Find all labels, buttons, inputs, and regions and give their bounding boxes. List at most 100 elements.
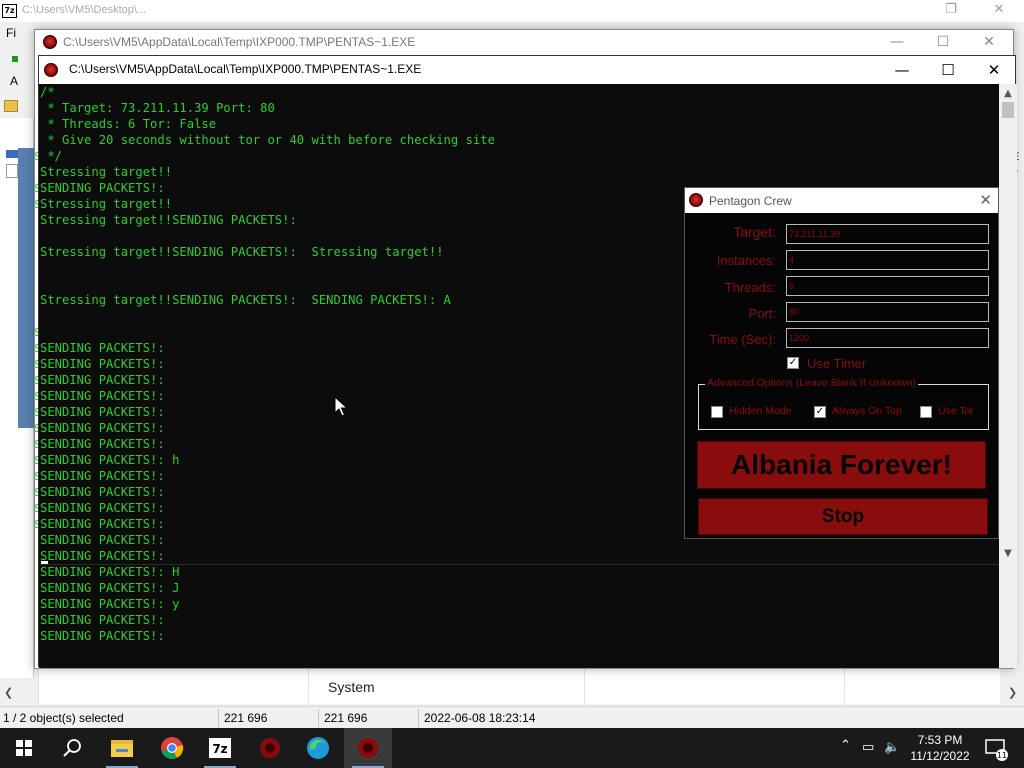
status-packed-size: 221 696 (324, 711, 368, 725)
console-scrollbar[interactable]: ▲ ▼ (999, 84, 1017, 668)
background-close-icon[interactable]: ✕ (984, 2, 1014, 20)
scroll-down-icon[interactable]: ▼ (999, 546, 1017, 562)
taskbar-chrome[interactable] (148, 728, 196, 768)
minimize-icon[interactable]: — (877, 32, 917, 52)
instances-input[interactable]: 4 (786, 250, 989, 270)
selected-rows (18, 148, 34, 428)
pentagon-active-icon (358, 738, 378, 758)
file-icon (6, 164, 18, 178)
folder-icon[interactable] (4, 100, 18, 112)
clock-time: 7:53 PM (917, 733, 963, 747)
search-button[interactable] (48, 728, 96, 768)
pentagon-app-icon (44, 63, 58, 77)
instances-label: Instances: (716, 253, 776, 268)
pentagon-app-icon (689, 193, 703, 207)
mouse-cursor-icon (334, 396, 348, 417)
target-label: Target: (733, 224, 776, 240)
advanced-options-legend: Advanced Options (Leave Blank If Unknown… (705, 377, 918, 389)
console-title-bar[interactable]: C:\Users\VM5\AppData\Local\Temp\IXP000.T… (39, 56, 1015, 84)
taskbar-pentagon-active[interactable] (344, 728, 392, 768)
close-icon[interactable]: ✕ (969, 32, 1009, 52)
console-line: * Give 20 seconds without tor or 40 with… (40, 133, 495, 147)
minimize-icon[interactable]: — (879, 56, 925, 84)
scroll-right-icon[interactable]: ❯ (1008, 686, 1017, 699)
7zip-icon-label: 7z (212, 742, 227, 756)
use-timer-label[interactable]: Use Timer (807, 356, 866, 371)
clock[interactable]: 7:53 PM 11/12/2022 (906, 732, 974, 764)
use-timer-checkbox[interactable]: ✓ (787, 357, 799, 369)
dialog-close-icon[interactable]: ✕ (979, 191, 992, 209)
console-line: * Target: 73.211.11.39 Port: 80 (40, 101, 275, 115)
system-column-label: System (328, 679, 375, 695)
console-line: SENDING PACKETS!: (40, 613, 165, 627)
scroll-left-icon[interactable]: ❮ (4, 686, 13, 699)
column-cell[interactable] (844, 669, 1000, 705)
scroll-thumb[interactable] (1002, 102, 1014, 118)
port-label: Port: (748, 306, 776, 321)
scroll-up-icon[interactable]: ▲ (999, 86, 1017, 102)
add-icon[interactable] (12, 56, 18, 62)
7zip-app-icon: 7z (2, 4, 17, 18)
maximize-icon[interactable]: ☐ (923, 32, 963, 52)
taskbar-pentagon[interactable] (246, 728, 294, 768)
console-back-title-bar[interactable]: C:\Users\VM5\AppData\Local\Temp\IXP000.T… (35, 30, 1013, 54)
column-cell[interactable] (38, 669, 308, 705)
column-cell[interactable] (584, 669, 844, 705)
background-title: C:\Users\VM5\Desktop\... (22, 4, 147, 16)
console-line: SENDING PACKETS!: (40, 549, 165, 563)
column-header-bar: System (38, 668, 1000, 705)
dialog-title-bar[interactable]: Pentagon Crew ✕ (685, 188, 998, 213)
target-input[interactable]: 73.211.11.39 (786, 224, 989, 244)
time-input[interactable]: 1200 (786, 328, 989, 348)
pentagon-crew-dialog[interactable]: Pentagon Crew ✕ Target: 73.211.11.39 Ins… (684, 187, 999, 539)
console-buffer-divider (39, 564, 999, 565)
background-title-bar: 7z C:\Users\VM5\Desktop\... ❐ ✕ (0, 0, 1024, 22)
hidden-mode-label[interactable]: Hidden Mode (729, 405, 791, 417)
notification-icon: 11 (985, 739, 1008, 761)
pentagon-app-icon (43, 35, 57, 49)
console-title: C:\Users\VM5\AppData\Local\Temp\IXP000.T… (69, 62, 422, 76)
background-restore-icon[interactable]: ❐ (936, 2, 966, 20)
console-line: SENDING PACKETS!: J (40, 581, 180, 595)
status-modified: 2022-06-08 18:23:14 (424, 711, 536, 725)
chevron-up-icon[interactable]: ⌃ (840, 738, 851, 753)
time-label: Time (Sec): (709, 332, 776, 347)
use-tor-label[interactable]: Use Tor (938, 405, 974, 417)
start-icon (16, 740, 32, 756)
console-line: SENDING PACKETS!: y (40, 597, 180, 611)
file-explorer-icon (111, 740, 133, 757)
taskbar-7zip[interactable]: 7z (196, 728, 244, 768)
console-line: SENDING PACKETS!: (40, 629, 165, 643)
notification-button[interactable]: 11 (976, 728, 1016, 768)
use-tor-checkbox[interactable] (920, 406, 932, 418)
volume-icon[interactable]: 🔈 (884, 740, 900, 755)
search-icon (63, 739, 81, 757)
console-back-title: C:\Users\VM5\AppData\Local\Temp\IXP000.T… (63, 35, 416, 49)
text-cursor (41, 561, 48, 564)
taskbar-edge[interactable] (294, 728, 342, 768)
file-list-pane[interactable] (0, 118, 34, 678)
stop-button[interactable]: Stop (698, 498, 988, 535)
start-button[interactable] (0, 728, 48, 768)
console-line: */ (40, 149, 63, 163)
threads-label: Threads: (724, 280, 776, 295)
port-input[interactable]: 80 (786, 302, 989, 322)
hidden-mode-checkbox[interactable] (711, 406, 723, 418)
threads-input[interactable]: 6 (786, 276, 989, 296)
network-icon[interactable]: ▭ (862, 740, 874, 755)
status-size: 221 696 (224, 711, 268, 725)
toolbar-add-label[interactable]: A (10, 74, 18, 88)
taskbar-file-explorer[interactable] (98, 728, 146, 768)
always-on-top-checkbox[interactable]: ✓ (814, 406, 826, 418)
menu-file[interactable]: Fi (6, 26, 16, 40)
albania-forever-button[interactable]: Albania Forever! (697, 441, 986, 489)
console-line: /* (40, 85, 55, 99)
maximize-icon[interactable]: ☐ (925, 56, 971, 84)
pentagon-icon (260, 738, 280, 758)
close-icon[interactable]: ✕ (971, 56, 1017, 84)
clock-date: 11/12/2022 (910, 749, 970, 763)
chrome-icon (161, 737, 184, 759)
selected-row-icon (6, 150, 18, 158)
console-line: SENDING PACKETS!: H (40, 565, 180, 579)
always-on-top-label[interactable]: Always On Top (832, 405, 902, 417)
